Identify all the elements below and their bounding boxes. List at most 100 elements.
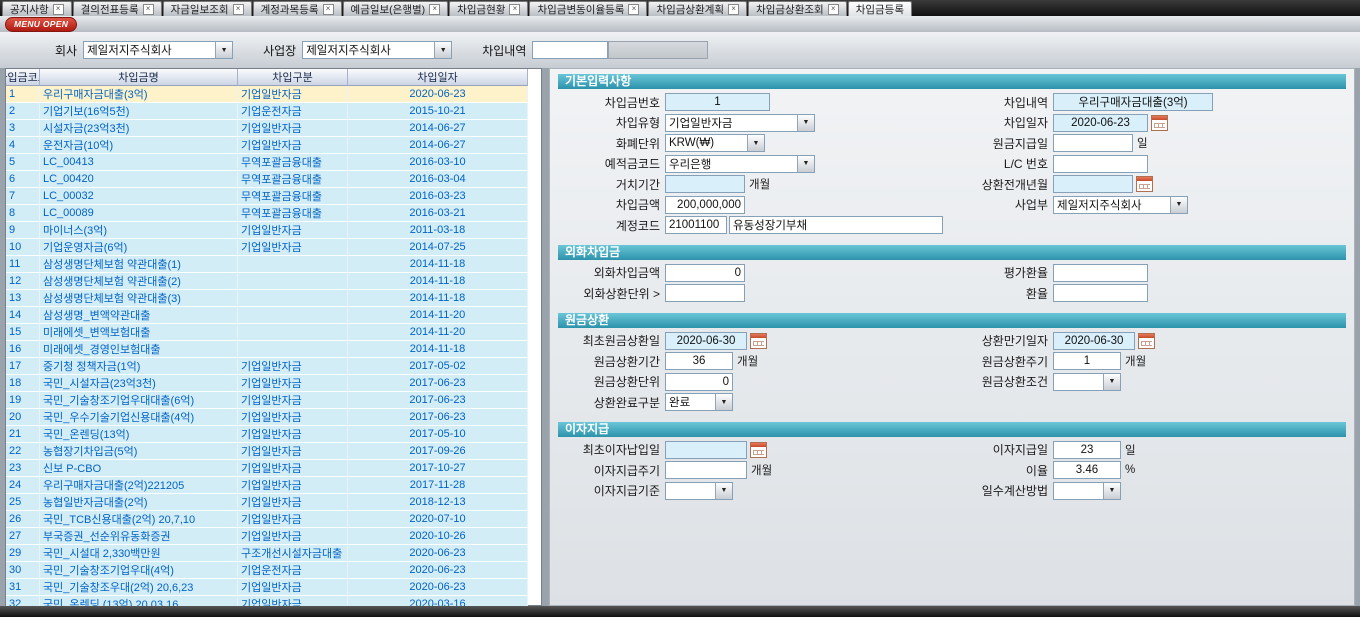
- table-row[interactable]: 12삼성생명단체보험 약관대출(2)2014-11-18: [6, 273, 541, 290]
- loan-type-select[interactable]: 기업일반자금: [665, 114, 815, 132]
- dropdown-arrow-icon[interactable]: [434, 42, 451, 58]
- company-select[interactable]: 제일저지주식회사: [83, 41, 233, 59]
- fx-repayment-unit-input[interactable]: [665, 284, 745, 302]
- site-select[interactable]: 제일저지주식회사: [302, 41, 452, 59]
- repay-complete-flag-select[interactable]: 완료: [665, 393, 733, 411]
- loan-no-input[interactable]: [665, 93, 770, 111]
- tab-item[interactable]: 예금일보(은행별): [343, 1, 449, 16]
- tab-close-icon[interactable]: [728, 4, 739, 15]
- tab-close-icon[interactable]: [509, 4, 520, 15]
- column-header[interactable]: 차입구분: [238, 69, 348, 86]
- table-row[interactable]: 18국민_시설자금(23억3천)기업일반자금2017-06-23: [6, 375, 541, 392]
- table-row[interactable]: 23신보 P-CBO기업일반자금2017-10-27: [6, 460, 541, 477]
- table-row[interactable]: 2기업기보(16억5천)기업운전자금2015-10-21: [6, 103, 541, 120]
- tab-item[interactable]: 자금일보조회: [163, 1, 252, 16]
- calendar-icon[interactable]: [750, 442, 767, 458]
- table-row[interactable]: 10기업운영자금(6억)기업일반자금2014-07-25: [6, 239, 541, 256]
- column-header[interactable]: 차입일자: [348, 69, 528, 86]
- table-row[interactable]: 16미래에셋_경영인보험대출2014-11-18: [6, 341, 541, 358]
- principal-repay-unit-input[interactable]: [665, 373, 733, 391]
- dropdown-arrow-icon[interactable]: [747, 135, 764, 151]
- fx-loan-amount-input[interactable]: [665, 264, 745, 282]
- table-row[interactable]: 13삼성생명단체보험 약관대출(3)2014-11-18: [6, 290, 541, 307]
- principal-repay-cycle-input[interactable]: [1053, 352, 1121, 370]
- table-row[interactable]: 4운전자금(10억)기업일반자금2014-06-27: [6, 137, 541, 154]
- table-row[interactable]: 21국민_온렌딩(13억)기업일반자금2017-05-10: [6, 426, 541, 443]
- tab-close-icon[interactable]: [323, 4, 334, 15]
- loan-date-input[interactable]: [1053, 114, 1148, 132]
- interest-pay-basis-select[interactable]: [665, 482, 733, 500]
- interest-pay-day-input[interactable]: [1053, 441, 1121, 459]
- currency-unit-select[interactable]: KRW(₩): [665, 134, 765, 152]
- dropdown-arrow-icon[interactable]: [1103, 483, 1120, 499]
- dropdown-arrow-icon[interactable]: [715, 394, 732, 410]
- repayment-start-month-input[interactable]: [1053, 175, 1133, 193]
- table-row[interactable]: 1우리구매자금대출(3억)기업일반자금2020-06-23: [6, 86, 541, 103]
- calendar-icon[interactable]: [1136, 176, 1153, 192]
- first-interest-pay-date-input[interactable]: [665, 441, 747, 459]
- tab-item[interactable]: 결의전표등록: [73, 1, 162, 16]
- lc-number-input[interactable]: [1053, 155, 1148, 173]
- day-count-method-select[interactable]: [1053, 482, 1121, 500]
- principal-payment-day-input[interactable]: [1053, 134, 1133, 152]
- tab-item[interactable]: 차입금상환조회: [748, 1, 847, 16]
- grace-period-input[interactable]: [665, 175, 745, 193]
- table-row[interactable]: 3시설자금(23억3천)기업일반자금2014-06-27: [6, 120, 541, 137]
- tab-close-icon[interactable]: [53, 4, 64, 15]
- loan-amount-input[interactable]: [665, 196, 745, 214]
- tab-close-icon[interactable]: [429, 4, 440, 15]
- business-unit-select[interactable]: 제일저지주식회사: [1053, 196, 1188, 214]
- loan-description-input[interactable]: [1053, 93, 1213, 111]
- tab-close-icon[interactable]: [143, 4, 154, 15]
- table-row[interactable]: 24우리구매자금대출(2억)221205기업일반자금2017-11-28: [6, 477, 541, 494]
- table-row[interactable]: 14삼성생명_변액약관대출2014-11-20: [6, 307, 541, 324]
- loan-detail-input[interactable]: [532, 41, 608, 59]
- principal-repay-condition-select[interactable]: [1053, 373, 1121, 391]
- interest-pay-cycle-input[interactable]: [665, 461, 747, 479]
- table-row[interactable]: 19국민_기술창조기업우대대출(6억)기업일반자금2017-06-23: [6, 392, 541, 409]
- table-row[interactable]: 27부국증권_선순위유동화증권기업일반자금2020-10-26: [6, 528, 541, 545]
- tab-item[interactable]: 차입금등록: [848, 1, 912, 16]
- calendar-icon[interactable]: [1151, 115, 1168, 131]
- table-row[interactable]: 9마이너스(3억)기업일반자금2011-03-18: [6, 222, 541, 239]
- dropdown-arrow-icon[interactable]: [215, 42, 232, 58]
- dropdown-arrow-icon[interactable]: [797, 115, 814, 131]
- table-row[interactable]: 5LC_00413무역포괄금융대출2016-03-10: [6, 154, 541, 171]
- principal-repay-period-input[interactable]: [665, 352, 733, 370]
- first-principal-repay-date-input[interactable]: [665, 332, 747, 350]
- tab-item[interactable]: 차입금현황: [449, 1, 528, 16]
- table-row[interactable]: 15미래에셋_변액보험대출2014-11-20: [6, 324, 541, 341]
- calendar-icon[interactable]: [750, 333, 767, 349]
- dropdown-arrow-icon[interactable]: [797, 156, 814, 172]
- dropdown-arrow-icon[interactable]: [1103, 374, 1120, 390]
- table-row[interactable]: 6LC_00420무역포괄금융대출2016-03-04: [6, 171, 541, 188]
- exchange-rate-input[interactable]: [1053, 284, 1148, 302]
- dropdown-arrow-icon[interactable]: [1170, 197, 1187, 213]
- table-row[interactable]: 30국민_기술창조기업우대(4억)기업운전자금2020-06-23: [6, 562, 541, 579]
- tab-item[interactable]: 공지사항: [2, 1, 72, 16]
- table-row[interactable]: 22농협장기차입금(5억)기업일반자금2017-09-26: [6, 443, 541, 460]
- table-row[interactable]: 11삼성생명단체보험 약관대출(1)2014-11-18: [6, 256, 541, 273]
- table-row[interactable]: 31국민_기술창조우대(2억) 20,6,23기업일반자금2020-06-23: [6, 579, 541, 596]
- valuation-rate-input[interactable]: [1053, 264, 1148, 282]
- tab-close-icon[interactable]: [828, 4, 839, 15]
- account-name-input[interactable]: [729, 216, 943, 234]
- tab-item[interactable]: 차입금상환계획: [648, 1, 747, 16]
- table-row[interactable]: 29국민_시설대 2,330백만원구조개선시설자금대출2020-06-23: [6, 545, 541, 562]
- tab-item[interactable]: 계정과목등록: [253, 1, 342, 16]
- table-row[interactable]: 25농협일반자금대출(2억)기업일반자금2018-12-13: [6, 494, 541, 511]
- menu-open-button[interactable]: MENU OPEN: [5, 17, 77, 32]
- table-row[interactable]: 26국민_TCB신용대출(2억) 20,7,10기업일반자금2020-07-10: [6, 511, 541, 528]
- tab-item[interactable]: 차입금변동이율등록: [529, 1, 647, 16]
- column-header[interactable]: 차입금명: [40, 69, 238, 86]
- interest-rate-input[interactable]: [1053, 461, 1121, 479]
- column-header[interactable]: 차입금코드: [6, 69, 40, 86]
- deposit-code-select[interactable]: 우리은행: [665, 155, 815, 173]
- calendar-icon[interactable]: [1138, 333, 1155, 349]
- table-row[interactable]: 17중기청 정책자금(1억)기업일반자금2017-05-02: [6, 358, 541, 375]
- account-code-input[interactable]: [665, 216, 727, 234]
- table-row[interactable]: 20국민_우수기술기업신용대출(4억)기업일반자금2017-06-23: [6, 409, 541, 426]
- tab-close-icon[interactable]: [233, 4, 244, 15]
- table-row[interactable]: 7LC_00032무역포괄금융대출2016-03-23: [6, 188, 541, 205]
- dropdown-arrow-icon[interactable]: [715, 483, 732, 499]
